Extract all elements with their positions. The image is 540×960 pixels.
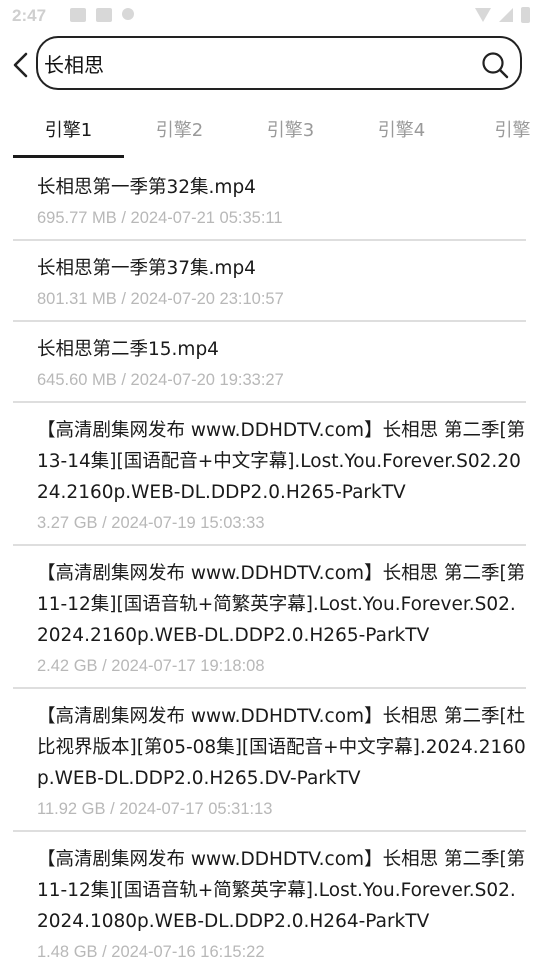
item-meta: 3.27 GB / 2024-07-19 15:03:33 [37, 514, 265, 532]
list-item[interactable]: 长相思第一季第37集.mp4 801.31 MB / 2024-07-20 23… [13, 241, 526, 322]
search-icon [482, 52, 509, 79]
item-title: 长相思第一季第37集.mp4 [37, 258, 256, 279]
notification-icon [122, 8, 134, 20]
item-meta: 695.77 MB / 2024-07-21 05:35:11 [37, 209, 283, 227]
search-box[interactable] [36, 36, 522, 90]
list-item[interactable]: 长相思第二季15.mp4 645.60 MB / 2024-07-20 19:3… [13, 322, 526, 403]
search-header [0, 34, 540, 96]
signal-icon [499, 8, 513, 22]
status-bar: 2:47 [0, 0, 540, 32]
list-item[interactable]: 【高清剧集网发布 www.DDHDTV.com】长相思 第二季[杜比视界版本][… [13, 689, 526, 832]
status-time: 2:47 [12, 6, 47, 25]
tab-engine-5[interactable]: 引擎 [457, 108, 540, 154]
item-title: 【高清剧集网发布 www.DDHDTV.com】长相思 第二季[第11-12集]… [37, 849, 526, 932]
tab-engine-2[interactable]: 引擎2 [124, 108, 235, 154]
item-meta: 801.31 MB / 2024-07-20 23:10:57 [37, 290, 284, 308]
wifi-icon [475, 8, 491, 22]
system-icons [475, 7, 530, 23]
back-button[interactable] [6, 48, 36, 82]
list-item[interactable]: 【高清剧集网发布 www.DDHDTV.com】长相思 第二季[第11-12集]… [13, 832, 526, 960]
item-title: 长相思第一季第32集.mp4 [37, 177, 256, 198]
battery-icon [521, 7, 530, 23]
search-button[interactable] [480, 50, 510, 80]
item-meta: 645.60 MB / 2024-07-20 19:33:27 [37, 371, 284, 389]
tab-engine-4[interactable]: 引擎4 [346, 108, 457, 154]
search-input[interactable] [44, 46, 464, 80]
engine-tabs: 引擎1 引擎2 引擎3 引擎4 引擎 [0, 108, 540, 158]
list-item[interactable]: 长相思第一季第32集.mp4 695.77 MB / 2024-07-21 05… [13, 160, 526, 241]
notification-icon [96, 8, 112, 22]
list-item[interactable]: 【高清剧集网发布 www.DDHDTV.com】长相思 第二季[第11-12集]… [13, 546, 526, 689]
tab-engine-3[interactable]: 引擎3 [235, 108, 346, 154]
tab-indicator [13, 155, 124, 158]
item-title: 【高清剧集网发布 www.DDHDTV.com】长相思 第二季[第13-14集]… [37, 420, 526, 503]
item-title: 长相思第二季15.mp4 [37, 339, 219, 360]
item-title: 【高清剧集网发布 www.DDHDTV.com】长相思 第二季[第11-12集]… [37, 563, 526, 646]
notification-icons [70, 8, 134, 22]
notification-icon [70, 8, 86, 22]
item-meta: 2.42 GB / 2024-07-17 19:18:08 [37, 657, 265, 675]
chevron-left-icon [13, 52, 28, 78]
list-item[interactable]: 【高清剧集网发布 www.DDHDTV.com】长相思 第二季[第13-14集]… [13, 403, 526, 546]
item-title: 【高清剧集网发布 www.DDHDTV.com】长相思 第二季[杜比视界版本][… [37, 706, 526, 789]
item-meta: 11.92 GB / 2024-07-17 05:31:13 [37, 800, 273, 818]
result-list: 长相思第一季第32集.mp4 695.77 MB / 2024-07-21 05… [13, 160, 526, 960]
item-meta: 1.48 GB / 2024-07-16 16:15:22 [37, 943, 265, 960]
tab-engine-1[interactable]: 引擎1 [13, 108, 124, 154]
